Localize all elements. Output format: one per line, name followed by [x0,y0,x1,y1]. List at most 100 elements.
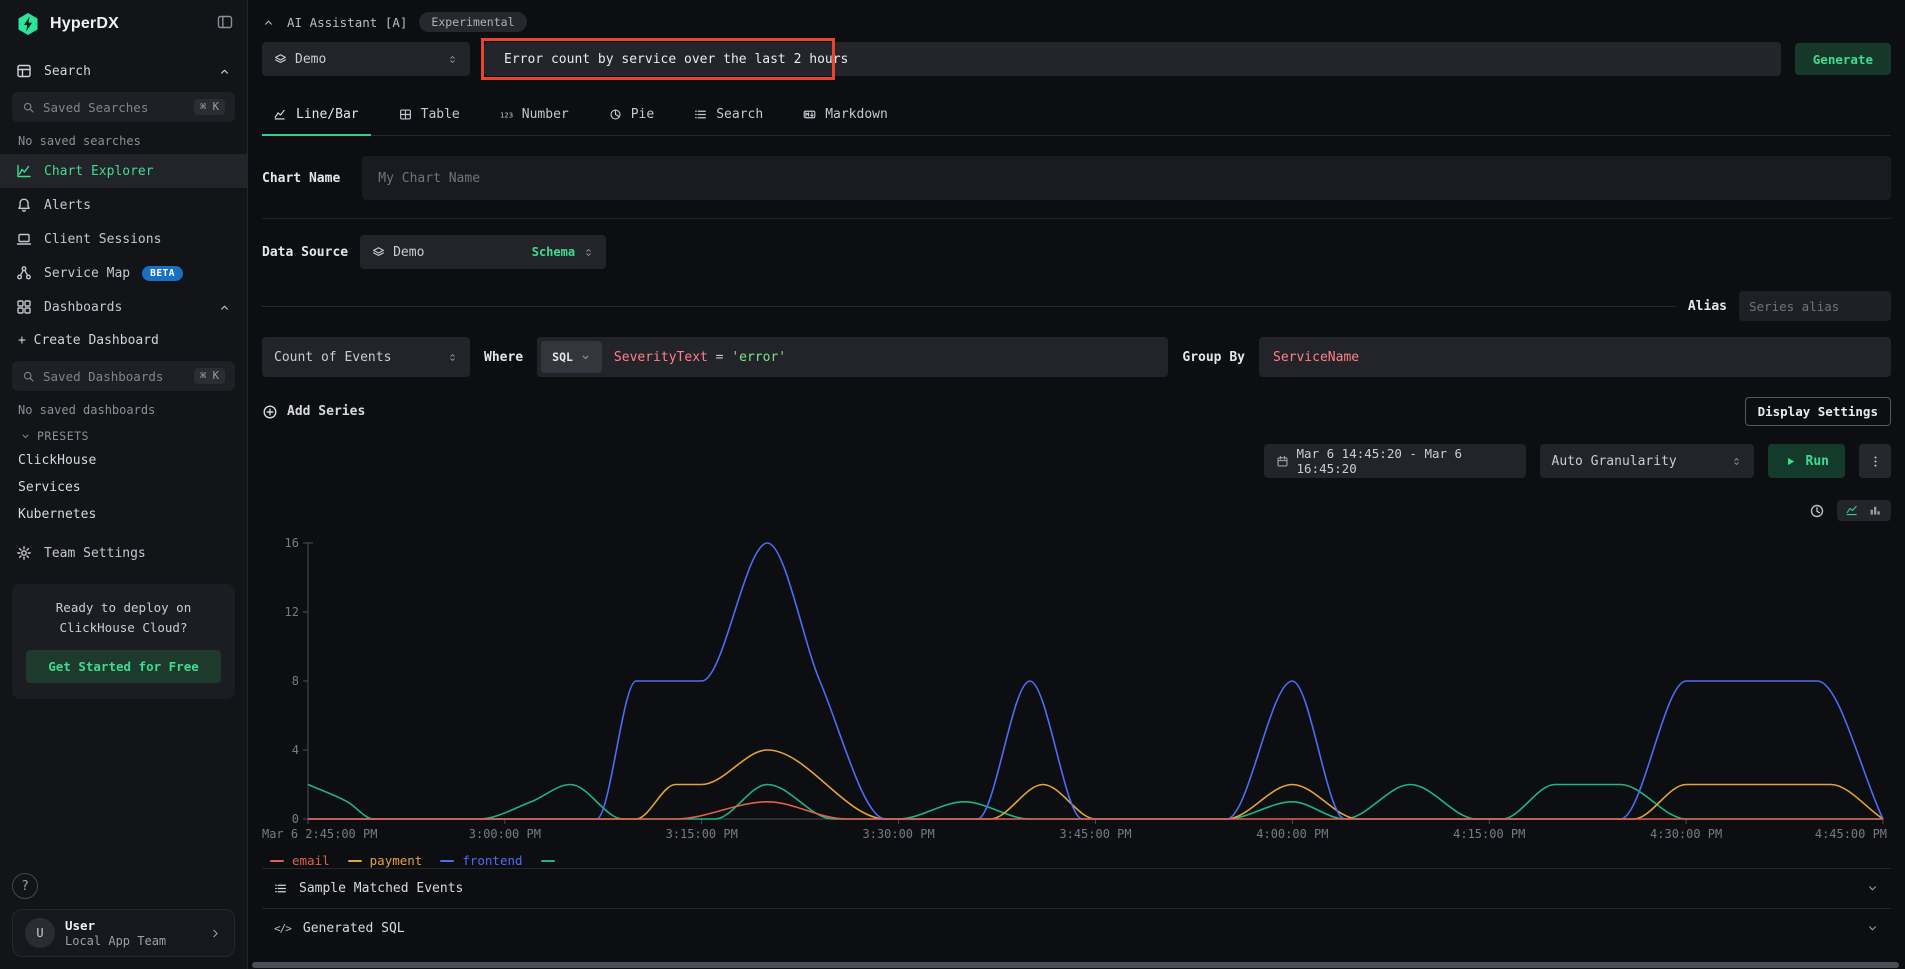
preset-services[interactable]: Services [0,474,247,501]
section-title: Sample Matched Events [299,881,1854,896]
sidebar-collapse-icon[interactable] [217,14,233,34]
legend-dash [541,860,555,862]
number-icon: 123 [500,108,513,121]
legend-item[interactable]: email [270,853,330,868]
saved-dashboards-input[interactable]: Saved Dashboards ⌘ K [12,361,235,391]
svg-text:4:30:00 PM: 4:30:00 PM [1650,827,1722,841]
sidebar-item-service-map[interactable]: Service Map BETA [0,256,247,290]
sql-value-token: 'error' [731,350,786,365]
data-source-select[interactable]: Demo Schema [360,235,606,269]
chart-name-row: Chart Name [262,156,1891,200]
ai-prompt-input[interactable] [484,42,1781,76]
svg-text:12: 12 [285,605,299,619]
promo-text: Ready to deploy on ClickHouse Cloud? [24,598,223,638]
presets-label: PRESETS [37,429,89,443]
gear-icon [16,545,32,561]
search-section-icon [16,63,32,79]
chevron-up-icon [218,65,231,78]
chevron-right-icon [209,927,222,940]
group-by-input[interactable]: ServiceName [1259,337,1891,377]
granularity-select[interactable]: Auto Granularity [1540,444,1754,478]
service-map-icon [16,265,32,281]
sidebar-item-label: Alerts [44,198,91,213]
list-icon [694,108,707,121]
tab-pie[interactable]: Pie [607,96,656,135]
saved-searches-input[interactable]: Saved Searches ⌘ K [12,92,235,122]
more-options-button[interactable] [1859,444,1891,478]
presets-toggle[interactable]: PRESETS [0,423,247,447]
legend-label: frontend [462,853,522,868]
svg-text:16: 16 [285,536,299,550]
schema-link[interactable]: Schema [532,245,575,259]
sidebar-item-label: Dashboards [44,300,206,315]
sidebar-item-label: Team Settings [44,546,146,561]
create-dashboard-button[interactable]: + Create Dashboard [0,324,247,357]
legend-item[interactable]: payment [348,853,423,868]
chart-type-tabs: Line/Bar Table 123 Number Pie Search Mar… [262,96,1891,136]
source-select-value: Demo [295,52,439,67]
sidebar-item-label: Client Sessions [44,232,161,247]
saved-dashboards-placeholder: Saved Dashboards [43,369,186,384]
sidebar-item-label: Chart Explorer [44,164,154,179]
generated-sql-section[interactable]: </> Generated SQL [262,908,1891,948]
sample-matched-events-section[interactable]: Sample Matched Events [262,868,1891,908]
tab-markdown[interactable]: Markdown [801,96,890,135]
run-button[interactable]: Run [1768,444,1845,478]
tab-line-bar[interactable]: Line/Bar [272,96,361,135]
sidebar: HyperDX Search Saved Searches ⌘ K No sav… [0,0,248,969]
brand-title: HyperDX [50,15,207,33]
add-series-button[interactable]: Add Series [262,404,365,420]
sidebar-item-team-settings[interactable]: Team Settings [0,536,247,570]
chevron-down-icon [1866,922,1879,935]
tab-table[interactable]: Table [397,96,462,135]
chevron-down-icon [580,352,591,363]
sidebar-item-alerts[interactable]: Alerts [0,188,247,222]
markdown-icon [803,108,816,121]
horizontal-scrollbar[interactable] [252,962,1899,968]
chart-name-input[interactable] [362,156,1891,200]
bar-view-toggle-icon[interactable] [1869,504,1882,517]
granularity-value: Auto Granularity [1552,454,1723,469]
add-series-label: Add Series [287,404,365,419]
tab-number[interactable]: 123 Number [498,96,571,135]
user-menu[interactable]: U User Local App Team [12,909,235,957]
prompt-input-wrap [484,42,1781,76]
saved-searches-placeholder: Saved Searches [43,100,186,115]
language-select[interactable]: SQL [541,341,602,373]
preset-kubernetes[interactable]: Kubernetes [0,501,247,528]
legend-dash [440,860,454,862]
run-label: Run [1806,454,1829,469]
tab-search[interactable]: Search [692,96,765,135]
sidebar-item-chart-explorer[interactable]: Chart Explorer [0,154,247,188]
preset-clickhouse[interactable]: ClickHouse [0,447,247,474]
get-started-button[interactable]: Get Started for Free [26,650,221,683]
alias-input[interactable] [1739,291,1891,321]
sidebar-item-search[interactable]: Search [0,54,247,88]
clock-icon[interactable] [1809,503,1825,519]
select-chevrons-icon [447,352,458,363]
sidebar-item-client-sessions[interactable]: Client Sessions [0,222,247,256]
sidebar-item-label: Service Map [44,266,130,281]
user-team: Local App Team [65,934,199,948]
source-select[interactable]: Demo [262,42,470,76]
chart-name-label: Chart Name [262,171,340,186]
help-button[interactable]: ? [12,873,38,899]
display-settings-button[interactable]: Display Settings [1745,397,1891,426]
collapse-chevron-icon[interactable] [262,16,275,29]
line-chart-icon [274,108,287,121]
where-input[interactable]: SQL SeverityText = 'error' [537,337,1168,377]
legend-item[interactable] [541,860,555,862]
chart-area: 0481216Mar 6 2:45:00 PM3:00:00 PM3:15:00… [262,533,1891,868]
legend-item[interactable]: frontend [440,853,522,868]
sidebar-item-dashboards[interactable]: Dashboards [0,290,247,324]
line-view-toggle-icon[interactable] [1846,504,1859,517]
user-name: User [65,918,199,933]
time-range-input[interactable]: Mar 6 14:45:20 - Mar 6 16:45:20 [1264,444,1526,478]
data-source-value: Demo [393,245,524,260]
generate-button[interactable]: Generate [1795,43,1891,75]
svg-text:4:45:00 PM: 4:45:00 PM [1815,827,1887,841]
aggregation-select[interactable]: Count of Events [262,337,470,377]
tab-label: Line/Bar [296,107,359,122]
where-label: Where [484,350,523,365]
pie-icon [609,108,622,121]
